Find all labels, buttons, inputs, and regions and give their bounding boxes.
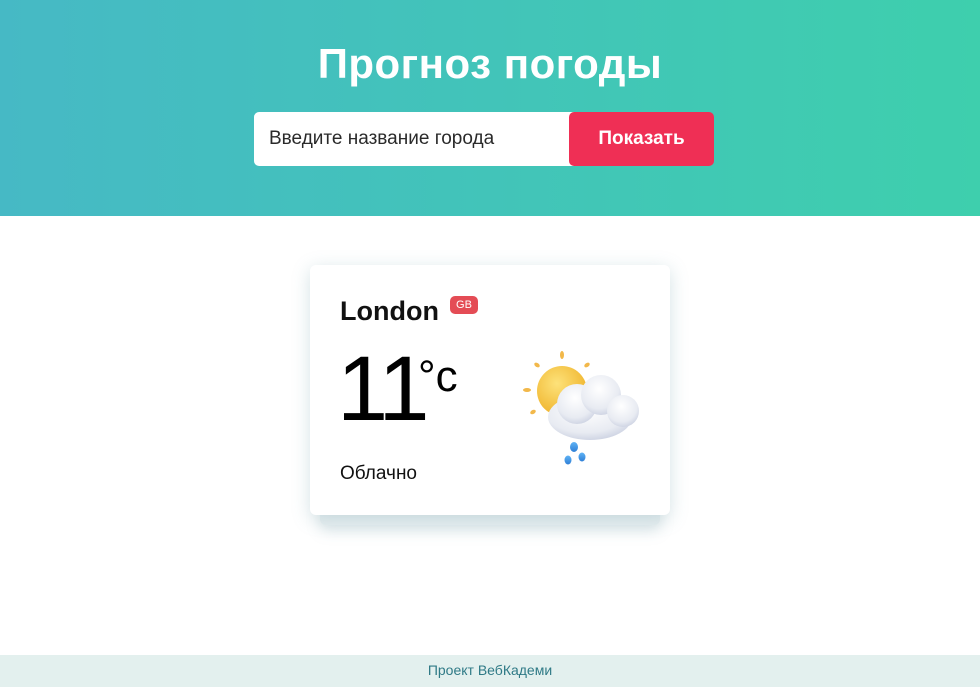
weather-card: London GB 11 °c Облачно bbox=[310, 265, 670, 515]
footer: Проект ВебКадеми bbox=[0, 655, 980, 687]
weather-description: Облачно bbox=[340, 463, 418, 484]
footer-link[interactable]: Проект ВебКадеми bbox=[428, 662, 552, 678]
header: Прогноз погоды Показать bbox=[0, 0, 980, 216]
city-name: London bbox=[340, 296, 439, 326]
partly-cloudy-rain-icon bbox=[523, 351, 639, 465]
show-button[interactable]: Показать bbox=[569, 112, 714, 166]
page-title: Прогноз погоды bbox=[317, 40, 663, 87]
temperature-value: 11 bbox=[337, 338, 429, 440]
city-search-input[interactable] bbox=[254, 112, 578, 166]
temperature-unit: °c bbox=[418, 352, 458, 401]
country-badge: GB bbox=[450, 296, 478, 314]
